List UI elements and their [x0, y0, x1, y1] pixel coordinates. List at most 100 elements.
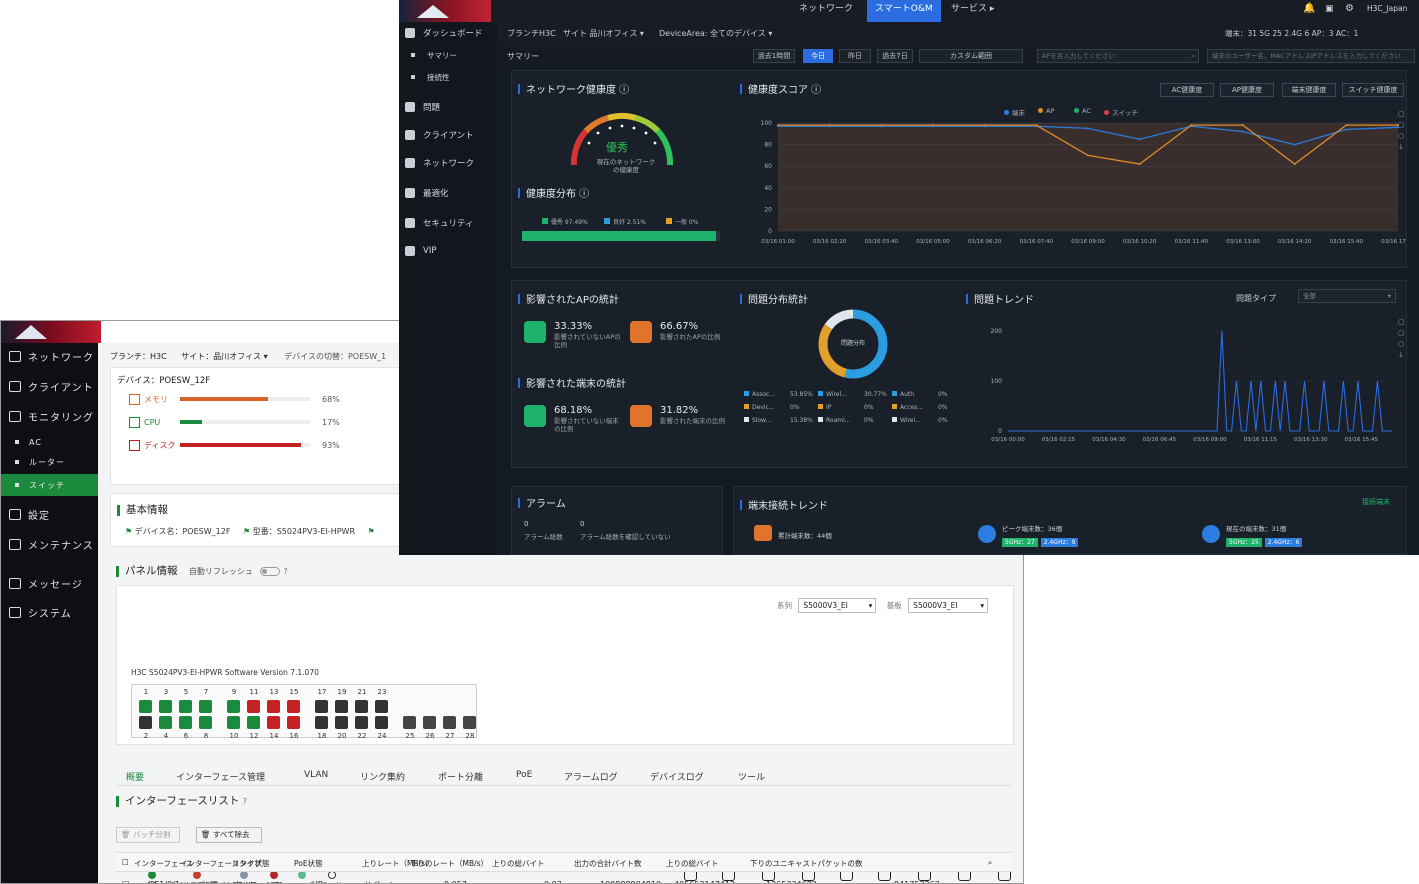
port[interactable] [247, 700, 260, 713]
column-header[interactable]: リンク状態 [232, 858, 270, 869]
table-search-icon[interactable]: ⌕ [988, 858, 992, 868]
crumb-device[interactable]: デバイスの切替：POESW_1 [284, 352, 386, 361]
port[interactable] [463, 716, 476, 729]
sidebar-item-4[interactable]: ルーター [1, 451, 98, 473]
auto-refresh-toggle[interactable] [260, 566, 281, 576]
sidebar-item-8[interactable]: メッセージ [1, 572, 98, 594]
column-header[interactable]: PoE状態 [294, 858, 323, 869]
trend-type-select[interactable]: 全部 ▾ [1298, 289, 1396, 303]
score-button-2[interactable]: 端末健康度 [1282, 83, 1336, 97]
port[interactable] [403, 716, 416, 729]
port[interactable] [443, 716, 456, 729]
crumb-branch[interactable]: ブランチH3C [507, 28, 556, 39]
series-select[interactable]: S5000V3_EI ▾ [798, 598, 877, 613]
port[interactable] [159, 716, 172, 729]
sidebar-item-2[interactable]: モニタリング [1, 405, 98, 427]
doc-icon[interactable]: ▣ [1325, 0, 1334, 22]
sidebar-item-2[interactable]: 接続性 [399, 66, 497, 88]
port[interactable] [179, 716, 192, 729]
sidebar-item-7[interactable]: セキュリティ [399, 212, 497, 234]
score-legend-item[interactable]: AC [1074, 107, 1091, 115]
sidebar-item-6[interactable]: 設定 [1, 503, 98, 525]
port[interactable] [335, 700, 348, 713]
port[interactable] [315, 716, 328, 729]
nav-network[interactable]: ネットワーク [799, 0, 853, 22]
score-legend-item[interactable]: AP [1038, 107, 1054, 115]
sidebar-item-3[interactable]: 問題 [399, 96, 497, 118]
trend-tools[interactable]: ▢ ▢ ○ ↓ [1398, 317, 1406, 367]
port[interactable] [355, 700, 368, 713]
tab-7[interactable]: デバイスログ [650, 770, 704, 783]
range-tab-2[interactable]: 昨日 [839, 49, 871, 63]
sidebar-item-5[interactable]: スイッチ [1, 474, 98, 496]
crumb-site[interactable]: サイト 品川オフィス ▾ [563, 28, 644, 39]
select-all-checkbox[interactable]: ☐ [122, 858, 129, 867]
port[interactable] [139, 716, 152, 729]
tab-4[interactable]: ポート分離 [438, 770, 483, 783]
sidebar-item-0[interactable]: ネットワーク [1, 345, 98, 367]
tab-3[interactable]: リンク集約 [360, 770, 405, 783]
score-button-3[interactable]: スイッチ健康度 [1342, 83, 1404, 97]
column-header[interactable]: 下りのユニキャストパケットの数 [750, 858, 863, 869]
conn-link[interactable]: 接続端末 [1362, 497, 1390, 507]
tab-1[interactable]: インターフェース管理 [176, 770, 265, 783]
port[interactable] [159, 700, 172, 713]
range-tab-0[interactable]: 過去1時間 [753, 49, 795, 63]
crumb-area[interactable]: DeviceArea: 全てのデバイス ▾ [659, 28, 772, 39]
batch-button[interactable]: 🗑 バッチ分割 [116, 827, 180, 843]
remove-all-button[interactable]: 🗑 すべて除去 [196, 827, 262, 843]
sidebar-item-1[interactable]: クライアント [1, 375, 98, 397]
user-icon[interactable]: ⚙ [1345, 0, 1354, 22]
sidebar-item-7[interactable]: メンテナンス [1, 533, 98, 555]
board-select[interactable]: S5000V3_EI ▾ [908, 598, 989, 613]
port[interactable] [267, 716, 280, 729]
column-header[interactable]: 下りのレート（MB/s） [410, 858, 488, 869]
client-search-input[interactable]: 端末のユーザー名、MACアドレスIPアドレスを入力してください [1207, 49, 1415, 63]
port[interactable] [179, 700, 192, 713]
port[interactable] [315, 700, 328, 713]
crumb-site[interactable]: サイト：品川オフィス [181, 352, 261, 361]
port[interactable] [247, 716, 260, 729]
port[interactable] [287, 700, 300, 713]
port[interactable] [227, 700, 240, 713]
crumb-branch[interactable]: ブランチ：H3C [110, 352, 167, 361]
score-button-0[interactable]: AC健康度 [1160, 83, 1214, 97]
sidebar-item-4[interactable]: クライアント [399, 124, 497, 146]
row-checkbox[interactable]: ☐ [122, 880, 129, 883]
sidebar-item-0[interactable]: ダッシュボード [399, 22, 497, 44]
score-button-1[interactable]: AP健康度 [1220, 83, 1274, 97]
ap-search-input[interactable]: APを名入力してください ⌕ [1037, 49, 1199, 63]
column-header[interactable]: 上りの総バイト [492, 858, 545, 869]
port[interactable] [267, 700, 280, 713]
score-legend-item[interactable]: スイッチ [1104, 107, 1138, 117]
sidebar-item-5[interactable]: ネットワーク [399, 152, 497, 174]
tab-5[interactable]: PoE [516, 770, 532, 780]
column-header[interactable]: 出力の合計バイト数 [574, 858, 642, 869]
sidebar-item-9[interactable]: システム [1, 601, 98, 623]
tab-0[interactable]: 概要 [126, 770, 144, 783]
port[interactable] [287, 716, 300, 729]
port[interactable] [199, 716, 212, 729]
sidebar-item-6[interactable]: 最適化 [399, 182, 497, 204]
tab-2[interactable]: VLAN [304, 770, 328, 780]
nav-smart-om[interactable]: スマートO&M [867, 0, 941, 22]
port[interactable] [355, 716, 368, 729]
port[interactable] [139, 700, 152, 713]
range-tab-4[interactable]: カスタム範囲 [919, 49, 1023, 63]
nav-service[interactable]: サービス ▸ [951, 0, 994, 22]
sidebar-item-3[interactable]: AC [1, 431, 98, 453]
tab-6[interactable]: アラームログ [564, 770, 618, 783]
bell-icon[interactable]: 🔔 [1303, 0, 1315, 22]
range-tab-3[interactable]: 過去7日 [877, 49, 913, 63]
port[interactable] [335, 716, 348, 729]
port[interactable] [423, 716, 436, 729]
tab-8[interactable]: ツール [738, 770, 765, 783]
chart-tools[interactable]: ▢ ▢ ○ ↓ [1398, 109, 1406, 159]
column-header[interactable]: 上りの総バイト [666, 858, 719, 869]
user-name[interactable]: H3C_Japan [1367, 0, 1407, 22]
port[interactable] [227, 716, 240, 729]
sidebar-item-1[interactable]: サマリー [399, 44, 497, 66]
range-tab-1[interactable]: 今日 [803, 49, 833, 63]
port[interactable] [199, 700, 212, 713]
port[interactable] [375, 716, 388, 729]
